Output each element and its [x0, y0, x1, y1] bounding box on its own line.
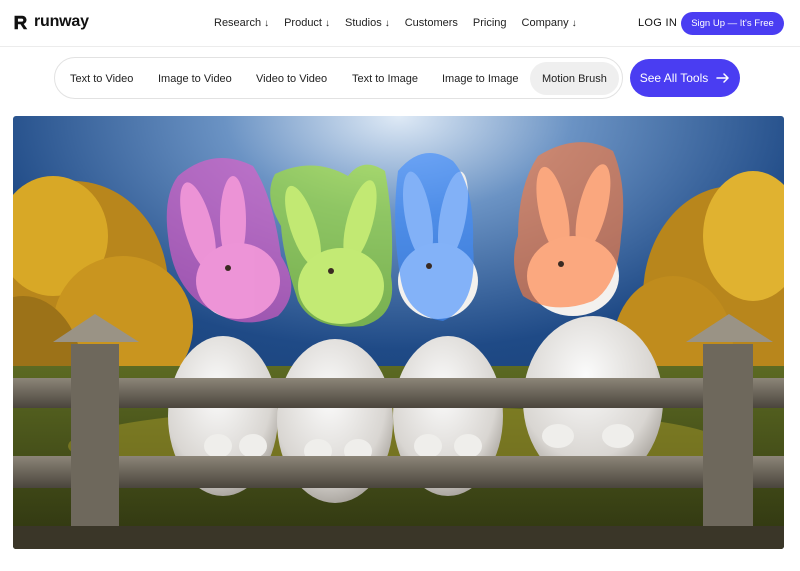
down-arrow-icon: ↓ — [384, 17, 390, 29]
rabbits-scene — [13, 116, 784, 549]
tab-motion-brush[interactable]: Motion Brush — [530, 62, 619, 95]
top-navigation: runway Research ↓ Product ↓ Studios ↓ Custo… — [0, 0, 800, 47]
menu-studios[interactable]: Studios ↓ — [345, 17, 390, 29]
menu-customers[interactable]: Customers — [405, 17, 458, 29]
tab-image-to-image[interactable]: Image to Image — [442, 62, 518, 95]
see-all-tools-label: See All Tools — [639, 71, 709, 85]
menu-research-label: Research — [214, 17, 262, 29]
down-arrow-icon: ↓ — [264, 17, 270, 29]
down-arrow-icon: ↓ — [571, 17, 577, 29]
down-arrow-icon: ↓ — [325, 17, 330, 29]
tab-text-to-video[interactable]: Text to Video — [70, 62, 133, 95]
runway-logo[interactable]: runway — [12, 13, 89, 31]
runway-logo-icon — [14, 15, 28, 29]
menu-customers-label: Customers — [404, 17, 458, 29]
main-menu: Research ↓ Product ↓ Studios ↓ Customers Pr… — [214, 17, 592, 29]
signup-button[interactable]: Sign Up — It's Free — [681, 12, 784, 35]
login-link[interactable]: LOG IN — [638, 17, 677, 29]
menu-product[interactable]: Product ↓ — [284, 17, 330, 29]
brush-mask-blue — [395, 153, 474, 321]
menu-product-label: Product — [284, 17, 322, 29]
motion-brush-demo-image — [13, 116, 784, 549]
tab-text-to-image[interactable]: Text to Image — [352, 62, 418, 95]
menu-company[interactable]: Company ↓ — [522, 17, 577, 29]
arrow-right-icon — [716, 73, 729, 83]
menu-company-label: Company — [521, 17, 569, 29]
brand-name: runway — [34, 13, 89, 30]
menu-pricing-label: Pricing — [472, 17, 507, 29]
tab-image-to-video[interactable]: Image to Video — [158, 62, 232, 95]
tools-tab-bar: Text to Video Image to Video Video to Vi… — [54, 57, 623, 99]
see-all-tools-button[interactable]: See All Tools — [630, 59, 740, 97]
tab-video-to-video[interactable]: Video to Video — [256, 62, 327, 95]
menu-pricing[interactable]: Pricing — [473, 17, 507, 29]
menu-research[interactable]: Research ↓ — [214, 17, 269, 29]
menu-studios-label: Studios — [345, 17, 382, 29]
